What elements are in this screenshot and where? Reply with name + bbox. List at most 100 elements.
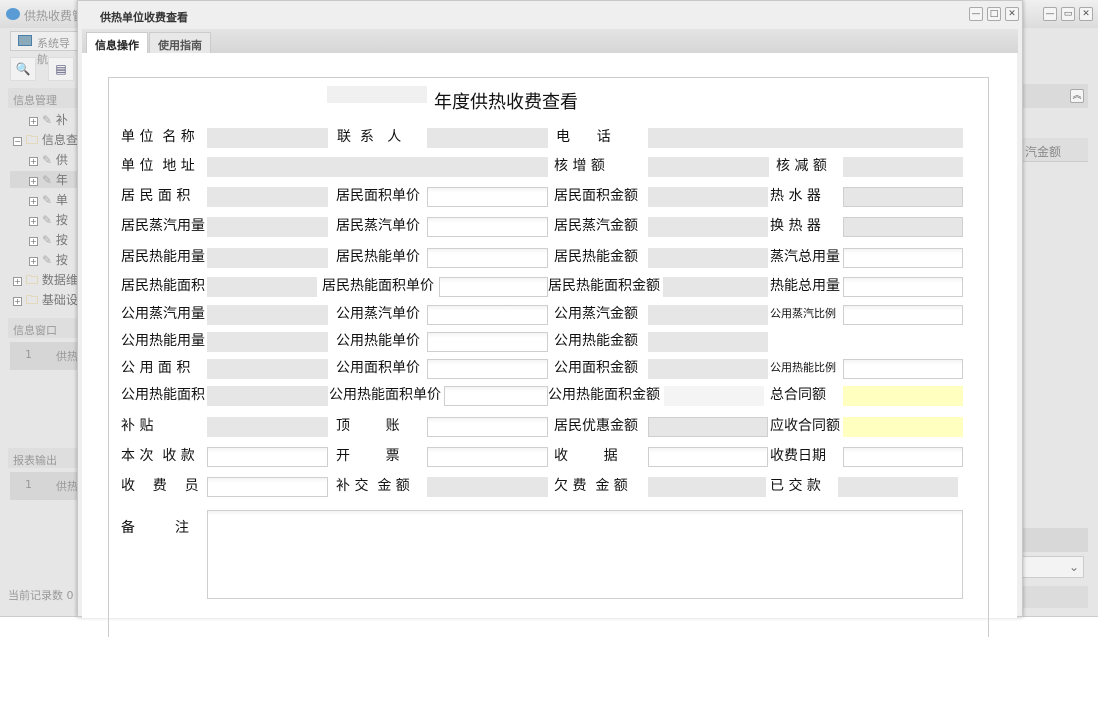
section-report-output: 报表输出 xyxy=(8,448,78,468)
field-label: 本 次 收 款 xyxy=(121,448,195,464)
field-label: 居民蒸汽金额 xyxy=(554,218,638,234)
tree-label: 信息查 xyxy=(41,133,78,147)
form-field[interactable] xyxy=(439,277,548,297)
collapse-button[interactable]: ︽ xyxy=(1070,89,1084,103)
dialog-maximize-button[interactable]: □ xyxy=(987,7,1001,21)
expand-toggle-icon[interactable]: + xyxy=(29,257,38,266)
app-minimize-button[interactable]: — xyxy=(1043,7,1057,21)
expand-toggle-icon[interactable]: + xyxy=(29,157,38,166)
form-field[interactable] xyxy=(427,447,548,467)
tab-info-operation[interactable]: 信息操作 xyxy=(86,32,148,53)
tree-label: 数据维 xyxy=(41,273,78,287)
form-field xyxy=(427,128,548,148)
form-field[interactable] xyxy=(427,417,548,437)
section-info-window: 信息窗口 xyxy=(8,318,78,338)
field-label: 应收合同额 xyxy=(770,418,840,434)
tree-label: 基础设 xyxy=(41,293,78,307)
form-field[interactable] xyxy=(427,359,548,379)
app-restore-button[interactable]: ▭ xyxy=(1061,7,1075,21)
field-label: 居民优惠金额 xyxy=(554,418,638,434)
dialog-close-button[interactable]: ✕ xyxy=(1005,7,1019,21)
form-field[interactable] xyxy=(444,386,548,406)
expand-toggle-icon[interactable]: + xyxy=(29,217,38,226)
form-field[interactable] xyxy=(843,277,963,297)
expand-toggle-icon[interactable]: − xyxy=(13,137,22,146)
field-label: 公用面积金额 xyxy=(554,360,638,376)
field-label: 单 位 名 称 xyxy=(121,129,195,145)
info-grid-row[interactable]: 1 供热 xyxy=(10,342,78,370)
tree-item[interactable]: + 🗀 基础设 xyxy=(13,291,78,312)
form-field xyxy=(648,248,768,268)
expand-toggle-icon[interactable]: + xyxy=(29,117,38,126)
form-field xyxy=(648,477,766,497)
tool-icon: ✎ xyxy=(42,113,53,127)
expand-toggle-icon[interactable]: + xyxy=(29,237,38,246)
app-close-button[interactable]: ✕ xyxy=(1079,7,1093,21)
form-field[interactable] xyxy=(427,305,548,325)
folder-icon: 🗀 xyxy=(26,133,39,147)
form-field[interactable] xyxy=(207,477,328,497)
form-field xyxy=(648,417,768,437)
field-label: 联 系 人 xyxy=(337,129,402,145)
expand-toggle-icon[interactable]: + xyxy=(29,177,38,186)
tool-icon: ✎ xyxy=(42,193,53,207)
list-view-button[interactable]: ▤ xyxy=(48,57,74,81)
form-field[interactable] xyxy=(427,217,548,237)
form-field[interactable] xyxy=(843,305,963,325)
column-header[interactable]: 汽金额 xyxy=(1022,138,1088,162)
form-field[interactable] xyxy=(427,248,548,268)
tree-item[interactable]: + ✎ 按 xyxy=(29,251,68,268)
folder-icon: 🗀 xyxy=(26,293,39,307)
tool-icon: ✎ xyxy=(42,253,53,267)
form-field xyxy=(664,386,764,406)
field-label: 公用蒸汽金额 xyxy=(554,306,638,322)
tool-icon: ✎ xyxy=(42,213,53,227)
form-field xyxy=(843,217,963,237)
tree-label: 按 xyxy=(55,233,68,247)
tree-item[interactable]: + ✎ 单 xyxy=(29,191,68,208)
tree-label: 供 xyxy=(55,153,68,167)
form-field[interactable] xyxy=(843,447,963,467)
tool-icon: ✎ xyxy=(42,173,53,187)
tab-system-nav[interactable]: 系统导航 xyxy=(10,31,80,66)
form-field xyxy=(843,386,963,406)
form-field[interactable] xyxy=(427,187,548,207)
field-label: 补 交 金 额 xyxy=(336,478,410,494)
tree-item[interactable]: + ✎ 按 xyxy=(29,231,68,248)
report-grid-row[interactable]: 1 供热 xyxy=(10,472,78,500)
field-label: 欠 费 金 额 xyxy=(554,478,628,494)
notes-textarea[interactable] xyxy=(207,510,963,599)
form-field xyxy=(207,187,328,207)
tab-user-guide[interactable]: 使用指南 xyxy=(149,32,211,53)
field-label: 换 热 器 xyxy=(770,218,821,234)
tree-item[interactable]: + ✎ 按 xyxy=(29,211,68,228)
row-text: 供热 xyxy=(56,350,78,363)
tree-item[interactable]: + 🗀 数据维 xyxy=(13,271,78,292)
form-field xyxy=(427,477,548,497)
form-field[interactable] xyxy=(843,248,963,268)
field-label: 公用热能单价 xyxy=(336,333,420,349)
expand-toggle-icon[interactable]: + xyxy=(29,197,38,206)
form-field xyxy=(648,305,768,325)
dialog-minimize-button[interactable]: — xyxy=(969,7,983,21)
row-text: 供热 xyxy=(56,480,78,493)
form-field[interactable] xyxy=(843,359,963,379)
app-logo-icon xyxy=(6,8,20,20)
panel-header: ︽ xyxy=(1022,84,1088,108)
form-field[interactable] xyxy=(648,447,768,467)
year-field[interactable] xyxy=(327,86,427,103)
form-field xyxy=(843,157,963,177)
expand-toggle-icon[interactable]: + xyxy=(13,277,22,286)
tree-item[interactable]: − 🗀 信息查 xyxy=(13,131,78,152)
form-field[interactable] xyxy=(207,447,328,467)
search-button[interactable]: 🔍 xyxy=(10,57,36,81)
form-field[interactable] xyxy=(427,332,548,352)
page-size-select[interactable]: ⌄ xyxy=(1022,556,1084,578)
expand-toggle-icon[interactable]: + xyxy=(13,297,22,306)
tree-item[interactable]: + ✎ 供 xyxy=(29,151,68,168)
field-label: 居民热能金额 xyxy=(554,249,638,265)
field-label: 开 票 xyxy=(336,448,400,464)
tree-item[interactable]: + ✎ 补 xyxy=(29,111,68,128)
tree-item[interactable]: + ✎ 年 xyxy=(10,171,78,188)
form-field xyxy=(838,477,958,497)
